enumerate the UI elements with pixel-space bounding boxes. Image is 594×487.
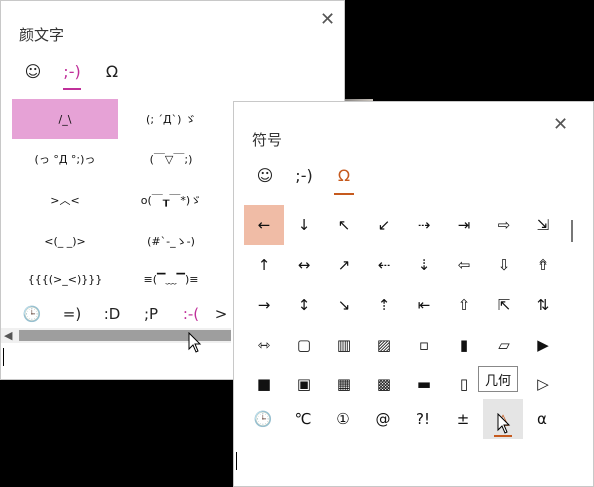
filter-next-button[interactable]: > [211, 305, 231, 323]
filter-tab[interactable]: =) [56, 305, 88, 323]
tooltip: 几何 [478, 366, 518, 392]
active-category-indicator [63, 88, 81, 90]
kaomoji-item[interactable]: ≡(▔﹏▔)≡ [118, 259, 224, 299]
symbol-item[interactable]: ⇤ [404, 285, 444, 325]
kaomoji-category-tab[interactable]: ;-) [57, 60, 87, 84]
kaomoji-item[interactable]: >︿< [12, 180, 118, 220]
symbol-item[interactable]: ↖ [324, 205, 364, 245]
filter-tab[interactable]: ℃ [283, 399, 323, 439]
symbol-category-tab[interactable]: Ω [332, 164, 356, 188]
symbol-item[interactable]: ↕ [284, 285, 324, 325]
scroll-left-arrow-icon[interactable]: ◀ [4, 328, 12, 343]
text-cursor [236, 452, 237, 470]
symbol-item[interactable]: ▢ [284, 325, 324, 365]
filter-tab[interactable]: ± [443, 399, 483, 439]
filter-tab[interactable]: :D [96, 305, 128, 323]
panel-title: 符号 [252, 131, 283, 149]
panel-title: 颜文字 [19, 26, 65, 44]
kaomoji-item[interactable]: (っ °Д °;)っ [12, 139, 118, 179]
symbol-item[interactable]: ▦ [324, 364, 364, 404]
symbol-item[interactable]: ⇱ [484, 285, 524, 325]
kaomoji-item[interactable]: /_\ [12, 99, 118, 139]
symbol-item[interactable]: ⇦ [444, 245, 484, 285]
symbol-item[interactable]: ↙ [364, 205, 404, 245]
symbol-item[interactable]: ■ [244, 364, 284, 404]
symbol-item[interactable]: ▮ [444, 325, 484, 365]
symbol-item[interactable]: ↔ [284, 245, 324, 285]
symbol-item[interactable]: ⇡ [364, 285, 404, 325]
filter-tab-selected[interactable]: :-( [175, 305, 207, 323]
mouse-pointer-icon [188, 332, 202, 353]
symbol-item[interactable]: ▩ [364, 364, 404, 404]
active-category-indicator [334, 193, 354, 195]
vertical-scrollbar[interactable] [571, 220, 573, 242]
recent-filter-tab[interactable]: 🕒 [16, 305, 48, 323]
emoji-category-tab[interactable]: ☺ [253, 164, 277, 188]
selected-filter-underline [494, 435, 512, 437]
filter-tab[interactable]: @ [363, 399, 403, 439]
symbol-item[interactable]: ← [244, 205, 284, 245]
kaomoji-item[interactable]: (; ´Д`) ゞ [118, 99, 224, 139]
close-button[interactable]: ✕ [553, 116, 568, 134]
symbol-item[interactable]: ▣ [284, 364, 324, 404]
emoji-category-tab[interactable]: ☺ [21, 60, 45, 84]
symbol-item[interactable]: ↑ [244, 245, 284, 285]
filter-tab[interactable]: ① [323, 399, 363, 439]
symbol-item[interactable]: ▨ [364, 325, 404, 365]
filter-tab[interactable]: ;P [135, 305, 167, 323]
symbol-item[interactable]: ▫ [404, 325, 444, 365]
kaomoji-item[interactable]: <(_ _)> [12, 221, 118, 261]
kaomoji-item[interactable]: (#`-_ゝ-) [118, 221, 224, 261]
filter-tab[interactable]: α [522, 399, 562, 439]
text-cursor [3, 348, 4, 366]
symbol-item[interactable]: ⇲ [523, 205, 563, 245]
symbol-item[interactable]: ↓ [284, 205, 324, 245]
symbol-item[interactable]: ⇠ [364, 245, 404, 285]
kaomoji-category-tab[interactable]: ;-) [289, 164, 319, 188]
symbol-category-tab[interactable]: Ω [100, 60, 124, 84]
kaomoji-item[interactable]: (￣▽￣;) [118, 139, 224, 179]
symbol-item[interactable]: ▶ [523, 325, 563, 365]
symbol-item[interactable]: ⇅ [523, 285, 563, 325]
symbol-item[interactable]: ↘ [324, 285, 364, 325]
symbol-item[interactable]: ↗ [324, 245, 364, 285]
symbol-item[interactable]: ▬ [404, 364, 444, 404]
symbol-item[interactable]: ⇥ [444, 205, 484, 245]
close-button[interactable]: ✕ [320, 11, 335, 29]
symbol-item[interactable]: ⇿ [244, 325, 284, 365]
symbol-item[interactable]: ⇨ [484, 205, 524, 245]
symbol-item[interactable]: ⇧ [444, 285, 484, 325]
filter-tab[interactable]: ?! [403, 399, 443, 439]
symbol-item[interactable]: → [244, 285, 284, 325]
symbol-item[interactable]: ⇮ [523, 245, 563, 285]
symbol-item[interactable]: ⇢ [404, 205, 444, 245]
symbol-item[interactable]: ⇩ [484, 245, 524, 285]
symbol-item[interactable]: ▱ [484, 325, 524, 365]
kaomoji-item[interactable]: {{{(>_<)}}} [12, 259, 118, 299]
symbol-item[interactable]: ▥ [324, 325, 364, 365]
recent-filter-tab[interactable]: 🕒 [243, 399, 283, 439]
kaomoji-item[interactable]: o(￣┰￣*)ゞ [118, 180, 224, 220]
symbol-item[interactable]: ⇣ [404, 245, 444, 285]
symbol-item[interactable]: ▷ [523, 364, 563, 404]
mouse-pointer-icon [497, 413, 511, 434]
